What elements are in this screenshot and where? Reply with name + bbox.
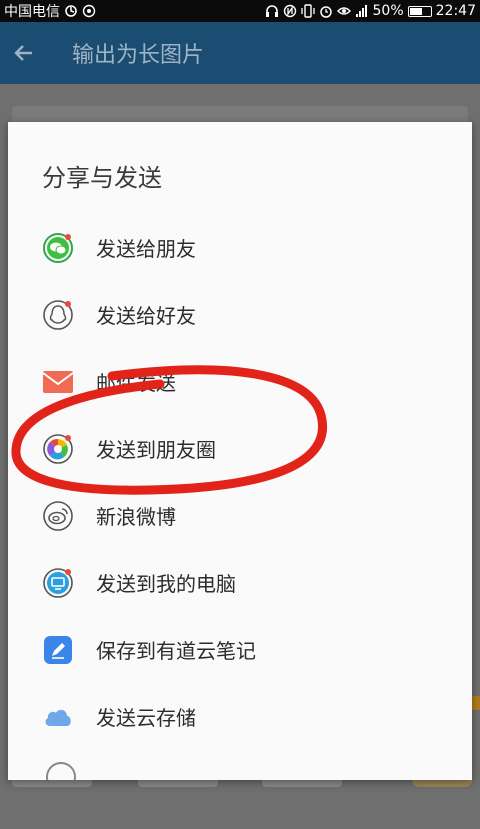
- share-item-moments[interactable]: 发送到朋友圈: [8, 415, 472, 482]
- qq-icon: [42, 299, 74, 331]
- dialog-title: 分享与发送: [42, 164, 162, 192]
- share-item-wechat-friend[interactable]: 发送给朋友: [8, 214, 472, 281]
- share-list: 发送给朋友 发送给好友 邮件发送 发送到朋友圈 新浪微博 发送到我的电脑 保存到…: [8, 214, 472, 750]
- share-item-label: 发送到我的电脑: [96, 572, 236, 596]
- share-item-cloud-storage[interactable]: 发送云存储: [8, 683, 472, 750]
- page-title: 输出为长图片: [72, 43, 205, 68]
- status-right: 50% 22:47: [265, 3, 476, 19]
- carrier-label: 中国电信: [4, 4, 60, 20]
- cloud-icon: [42, 701, 74, 733]
- share-item-email[interactable]: 邮件发送: [8, 348, 472, 415]
- share-item-label: 新浪微博: [96, 505, 176, 529]
- back-button[interactable]: [0, 22, 48, 84]
- share-item-label: 发送到朋友圈: [96, 438, 216, 462]
- headphones-icon: [265, 5, 278, 17]
- vibrate-icon: [300, 4, 315, 18]
- share-dialog: 分享与发送 发送给朋友 发送给好友 邮件发送 发送到朋友圈 新浪微博 发送到我的…: [8, 122, 472, 780]
- clock: 22:47: [435, 3, 476, 19]
- share-item-weibo[interactable]: 新浪微博: [8, 482, 472, 549]
- share-item-label: 发送给好友: [96, 304, 196, 328]
- battery-percent: 50%: [372, 3, 404, 19]
- signal-icon: [355, 5, 367, 17]
- app-bar: 输出为长图片: [0, 22, 480, 84]
- youdao-note-icon: [42, 634, 74, 666]
- partially-visible-icon: [46, 762, 76, 780]
- weibo-icon: [42, 500, 74, 532]
- share-item-my-computer[interactable]: 发送到我的电脑: [8, 549, 472, 616]
- battery-icon: [407, 5, 432, 17]
- share-item-label: 邮件发送: [96, 371, 176, 395]
- share-item-label: 发送给朋友: [96, 237, 196, 261]
- mail-icon: [42, 366, 74, 398]
- alarm-icon: [319, 6, 332, 18]
- computer-icon: [42, 567, 74, 599]
- status-left: 中国电信: [4, 1, 96, 21]
- nfc-icon: [283, 4, 296, 18]
- sync-icon: [65, 5, 77, 17]
- share-item-youdao-note[interactable]: 保存到有道云笔记: [8, 616, 472, 683]
- eye-icon: [336, 7, 351, 15]
- share-item-label: 保存到有道云笔记: [96, 639, 256, 663]
- moments-icon: [42, 433, 74, 465]
- share-item-qq-friend[interactable]: 发送给好友: [8, 281, 472, 348]
- hotspot-icon: [82, 4, 96, 18]
- arrow-left-icon: [14, 45, 32, 61]
- share-item-label: 发送云存储: [96, 706, 196, 730]
- wechat-icon: [42, 232, 74, 264]
- status-bar: 中国电信 50% 22:47: [0, 0, 480, 22]
